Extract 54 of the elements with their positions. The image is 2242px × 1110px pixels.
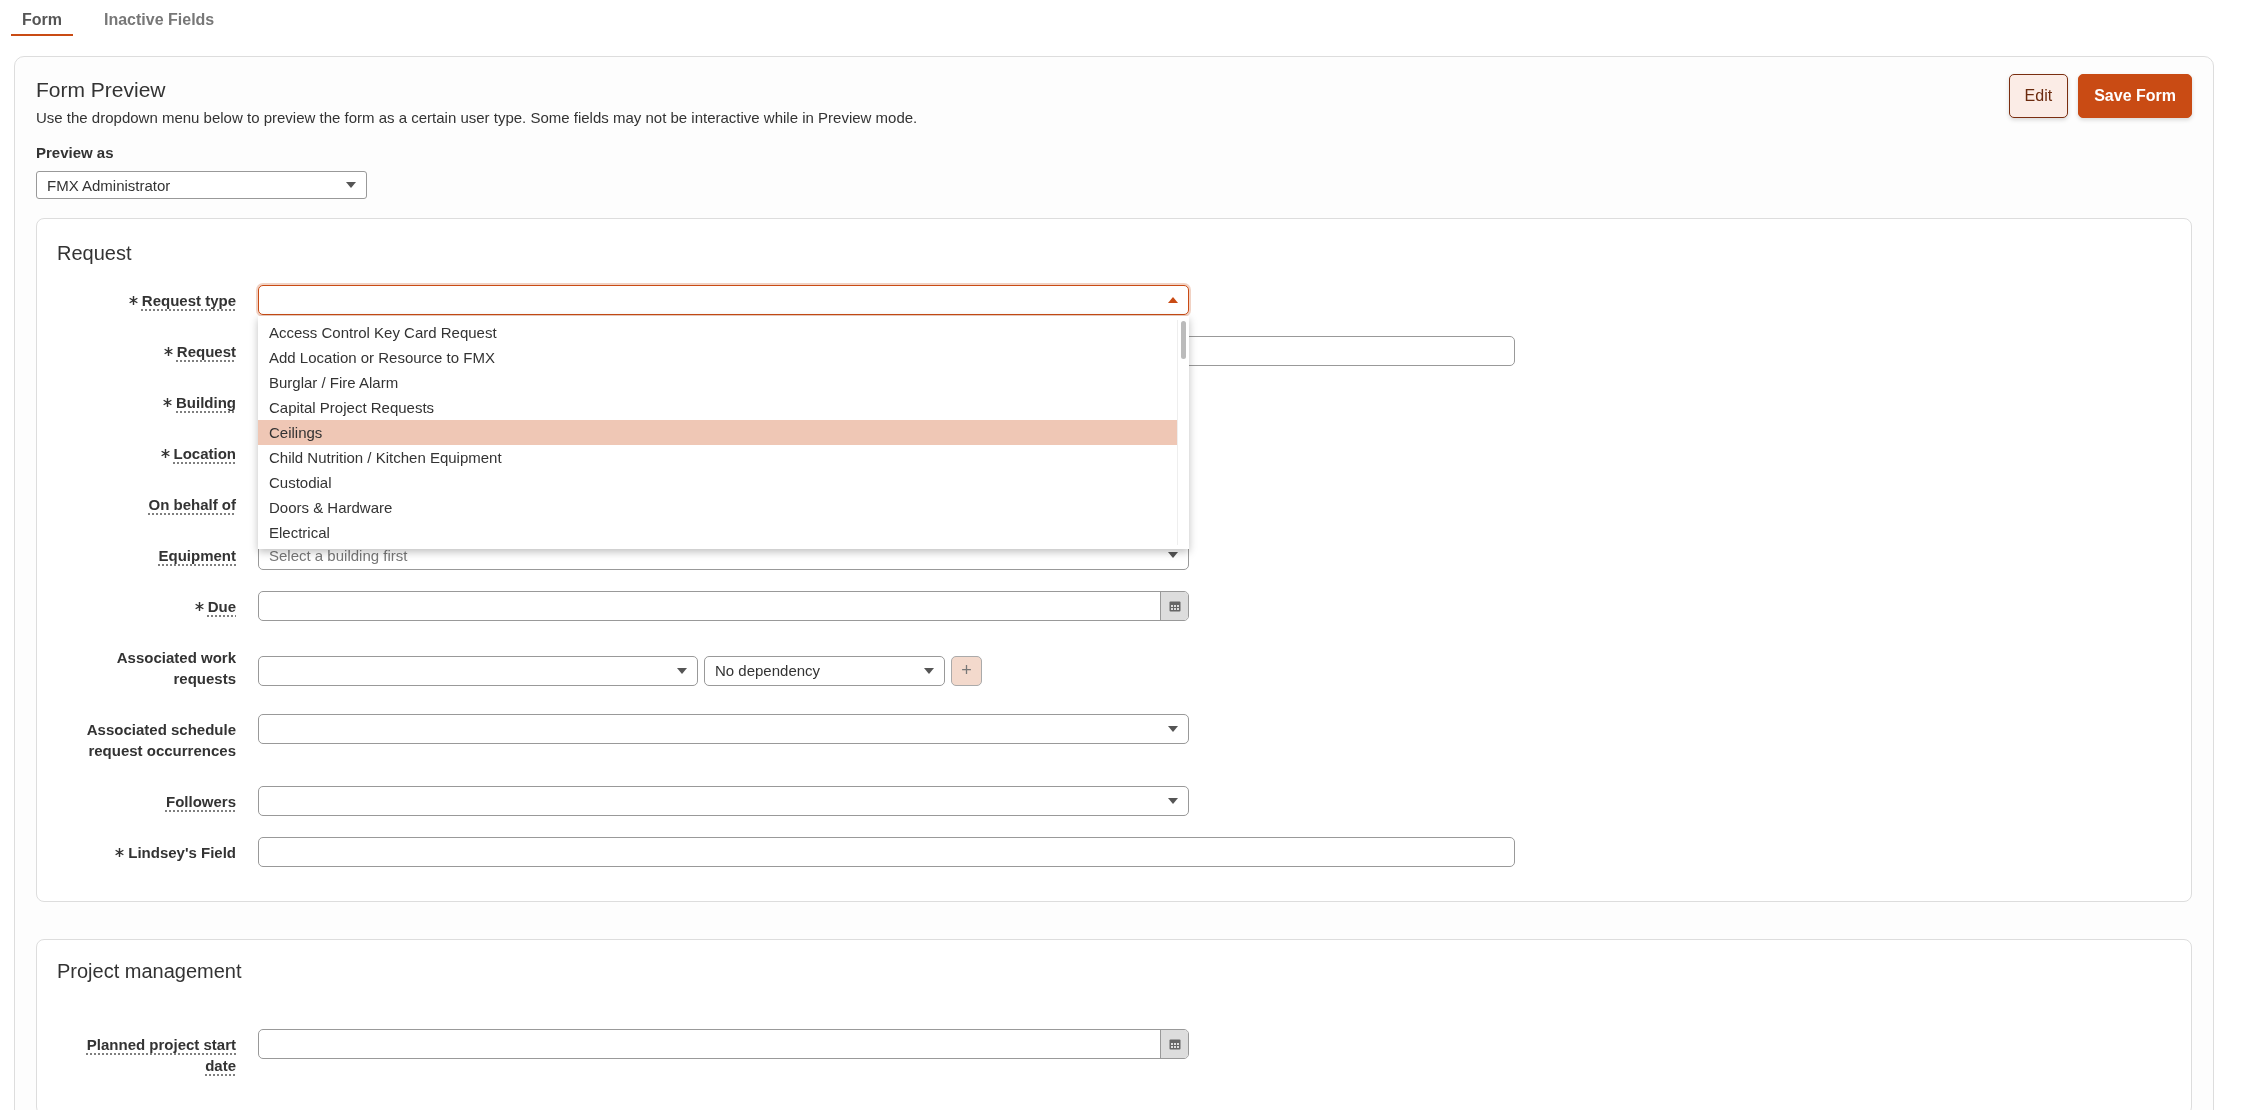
edit-button[interactable]: Edit [2008, 74, 2069, 118]
dropdown-option[interactable]: Burglar / Fire Alarm [258, 370, 1177, 395]
dropdown-option[interactable]: Doors & Hardware [258, 495, 1177, 520]
save-button[interactable]: Save Form [2078, 74, 2192, 118]
field-label: Associated work requests [115, 648, 236, 689]
field-label: Associated schedule request occurrences [85, 720, 236, 761]
required-icon [160, 449, 170, 458]
preview-select[interactable]: FMX Administrator [36, 171, 367, 199]
required-icon [115, 848, 125, 857]
tab[interactable]: Form [11, 0, 73, 36]
form-title: Form Preview [36, 77, 167, 103]
section-title: Project management [57, 959, 243, 984]
field-label: Request [176, 342, 236, 362]
dropdown-option[interactable]: Add Location or Resource to FMX [258, 345, 1177, 370]
field-label: Lindsey's Field [128, 843, 236, 863]
select-field[interactable] [258, 285, 1189, 315]
caret-icon [677, 667, 687, 674]
caret-icon [1168, 552, 1178, 558]
field-label: Due [207, 597, 236, 617]
dropdown-option[interactable]: Ceilings [258, 420, 1177, 445]
caret-icon [1168, 297, 1178, 303]
select-field[interactable] [258, 786, 1189, 816]
section-title: Request [57, 241, 133, 266]
tab[interactable]: Inactive Fields [93, 0, 226, 36]
date-field[interactable] [258, 1029, 1189, 1059]
field-label: Followers [166, 792, 236, 812]
select-field[interactable] [258, 714, 1189, 744]
field-label: Equipment [158, 546, 236, 566]
field-label: Preview as [36, 143, 114, 163]
field-label: Location [173, 444, 236, 464]
dropdown-option[interactable]: Access Control Key Card Request [258, 320, 1177, 345]
description-text: Use the dropdown menu below to preview the form as a certain user type. Some fields may not be interactive while in Preview mode. [36, 108, 918, 128]
caret-icon [1168, 726, 1178, 732]
required-icon [194, 602, 204, 611]
caret-icon [1168, 798, 1178, 804]
field-label: Building [176, 393, 236, 413]
field-label: On behalf of [148, 495, 236, 515]
field-label: Planned project start date [85, 1035, 236, 1076]
calendar-icon[interactable] [1160, 592, 1188, 620]
required-icon [163, 398, 172, 407]
required-icon [163, 347, 173, 356]
caret-icon [924, 667, 934, 674]
calendar-icon[interactable] [1160, 1030, 1188, 1058]
input-field[interactable] [258, 837, 1515, 867]
required-icon [128, 296, 138, 305]
field-label: Request type [141, 291, 236, 311]
dependency-select[interactable]: No dependency [704, 655, 945, 686]
date-field[interactable] [258, 591, 1189, 621]
dropdown-option[interactable]: Child Nutrition / Kitchen Equipment [258, 445, 1177, 470]
caret-icon [346, 182, 356, 188]
dropdown-option[interactable]: Custodial [258, 470, 1177, 495]
scrollbar-thumb[interactable] [1181, 321, 1186, 359]
select-field[interactable] [258, 655, 698, 686]
dropdown-option[interactable]: Capital Project Requests [258, 395, 1177, 420]
